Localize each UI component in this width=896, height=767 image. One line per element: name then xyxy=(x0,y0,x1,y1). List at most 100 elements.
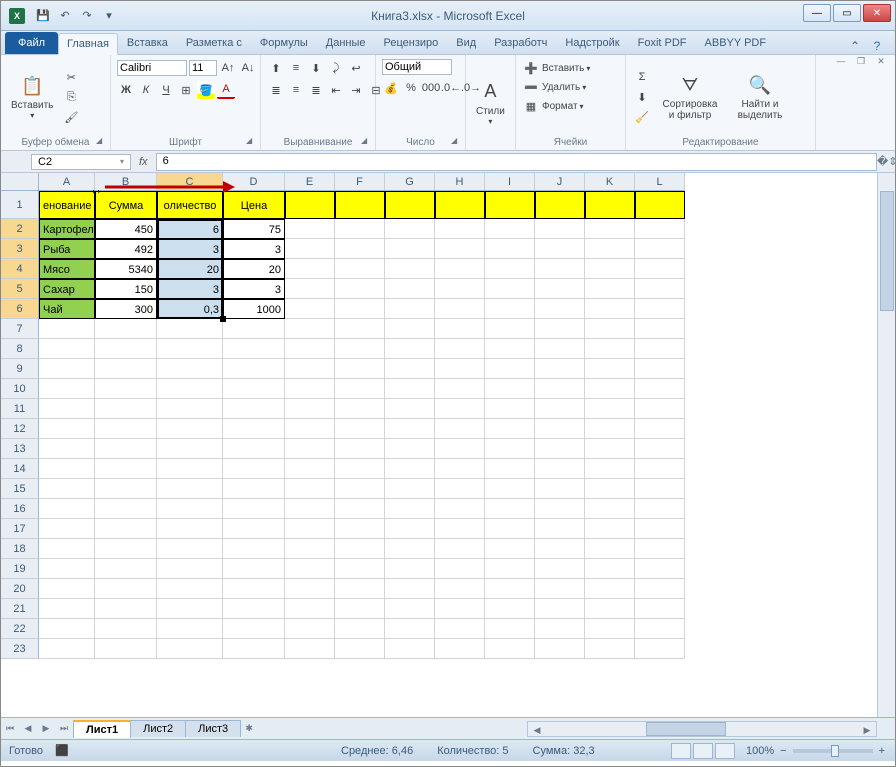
cell-A9[interactable] xyxy=(39,359,95,379)
cell-L19[interactable] xyxy=(635,559,685,579)
paste-button[interactable]: 📋 Вставить ▾ xyxy=(7,59,57,135)
align-middle-icon[interactable]: ≡ xyxy=(287,59,305,77)
cell-F22[interactable] xyxy=(335,619,385,639)
cell-C11[interactable] xyxy=(157,399,223,419)
decrease-indent-icon[interactable]: ⇤ xyxy=(327,81,345,99)
delete-cells-icon[interactable]: ➖ xyxy=(522,78,540,96)
sheet-tab-1[interactable]: Лист1 xyxy=(73,720,131,738)
cell-D12[interactable] xyxy=(223,419,285,439)
cell-K17[interactable] xyxy=(585,519,635,539)
first-sheet-icon[interactable]: ⏮ xyxy=(1,720,19,738)
cell-F6[interactable] xyxy=(335,299,385,319)
fill-icon[interactable]: ⬇ xyxy=(632,88,652,106)
cell-G23[interactable] xyxy=(385,639,435,659)
cell-H22[interactable] xyxy=(435,619,485,639)
cell-E11[interactable] xyxy=(285,399,335,419)
cell-A5[interactable]: Сахар xyxy=(39,279,95,299)
page-break-view-button[interactable] xyxy=(715,743,735,759)
hscroll-left-icon[interactable]: ◀ xyxy=(528,722,546,740)
cell-J5[interactable] xyxy=(535,279,585,299)
autosum-icon[interactable]: Σ xyxy=(632,68,652,86)
cell-F20[interactable] xyxy=(335,579,385,599)
column-header-B[interactable]: B xyxy=(95,173,157,191)
cell-E9[interactable] xyxy=(285,359,335,379)
cell-E3[interactable] xyxy=(285,239,335,259)
font-color-icon[interactable]: A xyxy=(217,81,235,99)
tab-view[interactable]: Вид xyxy=(447,32,485,54)
cell-E22[interactable] xyxy=(285,619,335,639)
cell-K21[interactable] xyxy=(585,599,635,619)
cell-J18[interactable] xyxy=(535,539,585,559)
cell-C3[interactable]: 3 xyxy=(157,239,223,259)
cell-D13[interactable] xyxy=(223,439,285,459)
row-header-4[interactable]: 4 xyxy=(1,259,39,279)
cell-D8[interactable] xyxy=(223,339,285,359)
cell-D15[interactable] xyxy=(223,479,285,499)
cell-E15[interactable] xyxy=(285,479,335,499)
cell-L12[interactable] xyxy=(635,419,685,439)
cell-D4[interactable]: 20 xyxy=(223,259,285,279)
cell-H1[interactable] xyxy=(435,191,485,219)
row-header-19[interactable]: 19 xyxy=(1,559,39,579)
cell-L14[interactable] xyxy=(635,459,685,479)
next-sheet-icon[interactable]: ▶ xyxy=(37,720,55,738)
cell-I2[interactable] xyxy=(485,219,535,239)
comma-icon[interactable]: 000 xyxy=(422,79,440,97)
cell-B7[interactable] xyxy=(95,319,157,339)
cell-F10[interactable] xyxy=(335,379,385,399)
horizontal-scrollbar[interactable]: ◀ ▶ xyxy=(527,721,877,737)
align-bottom-icon[interactable]: ⬇ xyxy=(307,59,325,77)
row-header-13[interactable]: 13 xyxy=(1,439,39,459)
cell-C20[interactable] xyxy=(157,579,223,599)
cell-I22[interactable] xyxy=(485,619,535,639)
cut-icon[interactable]: ✂ xyxy=(61,68,81,86)
cell-H16[interactable] xyxy=(435,499,485,519)
cell-J1[interactable] xyxy=(535,191,585,219)
cell-E18[interactable] xyxy=(285,539,335,559)
row-header-17[interactable]: 17 xyxy=(1,519,39,539)
increase-font-icon[interactable]: A↑ xyxy=(219,59,237,77)
cell-I19[interactable] xyxy=(485,559,535,579)
cell-C22[interactable] xyxy=(157,619,223,639)
increase-indent-icon[interactable]: ⇥ xyxy=(347,81,365,99)
maximize-button[interactable]: ▭ xyxy=(833,4,861,22)
cell-I4[interactable] xyxy=(485,259,535,279)
cell-C9[interactable] xyxy=(157,359,223,379)
cell-D5[interactable]: 3 xyxy=(223,279,285,299)
cell-L23[interactable] xyxy=(635,639,685,659)
cell-K18[interactable] xyxy=(585,539,635,559)
cell-H20[interactable] xyxy=(435,579,485,599)
cell-I15[interactable] xyxy=(485,479,535,499)
cell-A22[interactable] xyxy=(39,619,95,639)
cell-E5[interactable] xyxy=(285,279,335,299)
cell-B22[interactable] xyxy=(95,619,157,639)
qat-more-icon[interactable]: ▾ xyxy=(99,6,119,26)
align-center-icon[interactable]: ≡ xyxy=(287,81,305,99)
cell-A4[interactable]: Мясо xyxy=(39,259,95,279)
cell-I1[interactable] xyxy=(485,191,535,219)
zoom-slider[interactable] xyxy=(793,749,873,753)
border-icon[interactable]: ⊞ xyxy=(177,81,195,99)
cell-K19[interactable] xyxy=(585,559,635,579)
row-header-9[interactable]: 9 xyxy=(1,359,39,379)
cell-K8[interactable] xyxy=(585,339,635,359)
tab-addins[interactable]: Надстройк xyxy=(556,32,628,54)
cell-B11[interactable] xyxy=(95,399,157,419)
cell-H11[interactable] xyxy=(435,399,485,419)
row-header-20[interactable]: 20 xyxy=(1,579,39,599)
cell-E6[interactable] xyxy=(285,299,335,319)
cell-D19[interactable] xyxy=(223,559,285,579)
cell-J4[interactable] xyxy=(535,259,585,279)
cell-I13[interactable] xyxy=(485,439,535,459)
sort-filter-button[interactable]: ᗊ Сортировка и фильтр xyxy=(656,59,724,135)
undo-icon[interactable]: ↶ xyxy=(55,6,75,26)
cell-L5[interactable] xyxy=(635,279,685,299)
cell-A12[interactable] xyxy=(39,419,95,439)
cell-B15[interactable] xyxy=(95,479,157,499)
help-icon[interactable]: ? xyxy=(869,38,885,54)
cell-C13[interactable] xyxy=(157,439,223,459)
cell-B16[interactable] xyxy=(95,499,157,519)
cell-K10[interactable] xyxy=(585,379,635,399)
cell-A14[interactable] xyxy=(39,459,95,479)
column-header-F[interactable]: F xyxy=(335,173,385,191)
